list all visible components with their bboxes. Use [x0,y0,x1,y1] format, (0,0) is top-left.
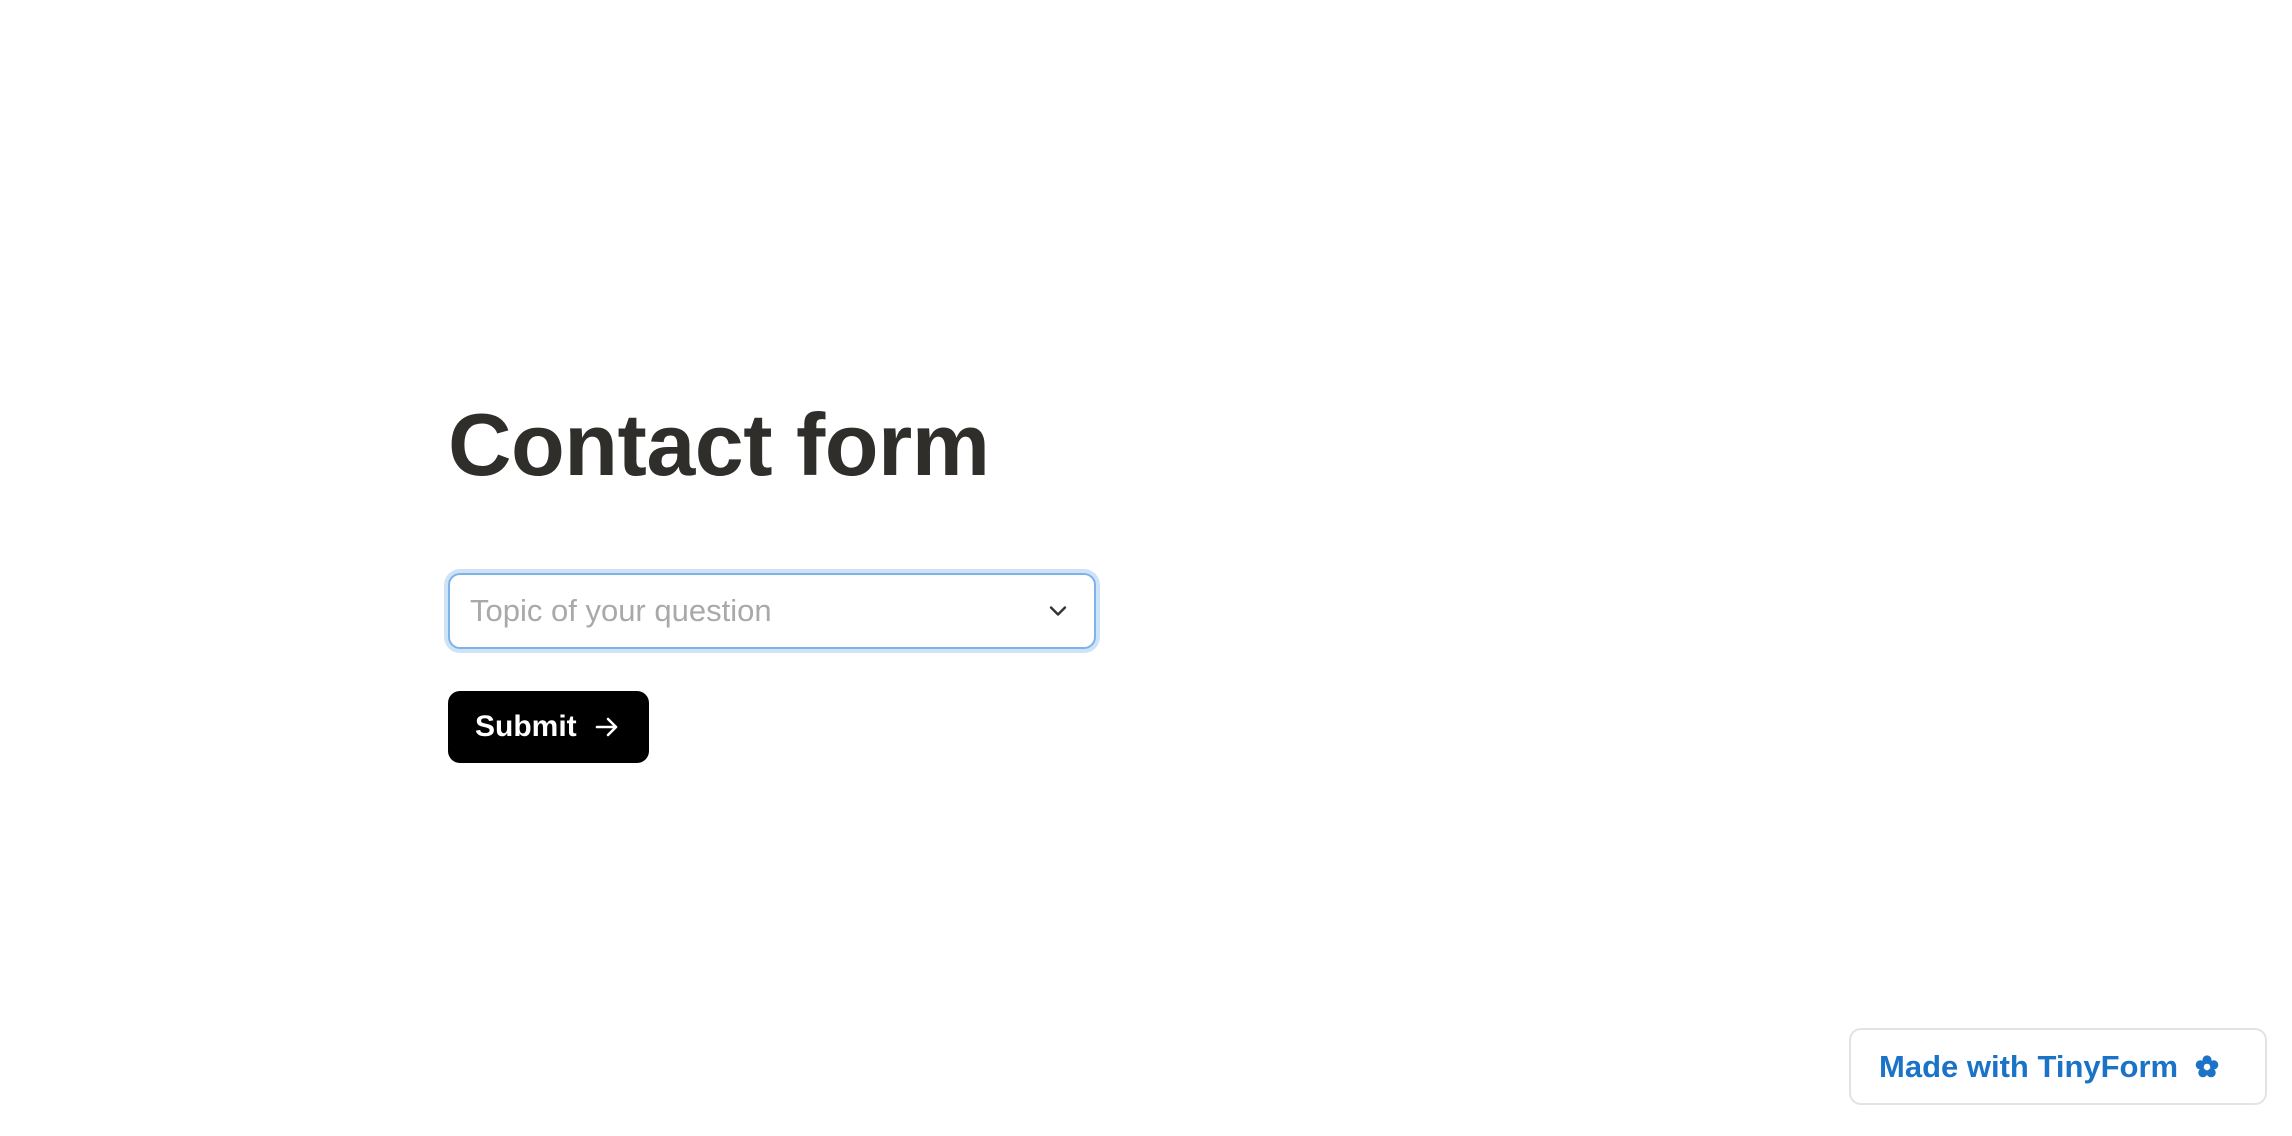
chevron-down-icon [1049,606,1067,616]
submit-button[interactable]: Submit [448,691,649,763]
contact-form: Contact form Topic of your question Subm… [448,395,1098,763]
badge-label: Made with TinyForm [1879,1048,2179,1084]
made-with-tinyform-badge[interactable]: Made with TinyForm [1849,1028,2267,1105]
topic-select[interactable]: Topic of your question [448,573,1096,649]
flower-icon [2195,1054,2219,1077]
topic-select-placeholder: Topic of your question [470,593,772,628]
page-title: Contact form [448,395,990,494]
arrow-right-icon [595,717,617,737]
submit-label: Submit [475,710,577,743]
